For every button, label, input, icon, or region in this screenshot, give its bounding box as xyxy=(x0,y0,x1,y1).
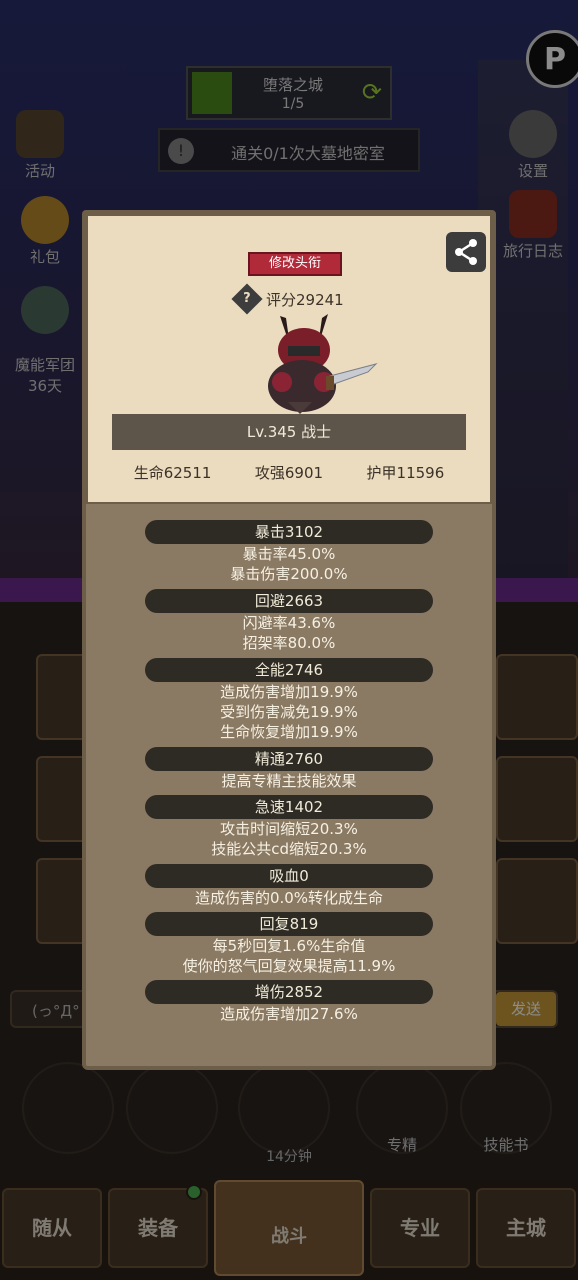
level-class-bar: Lv.345 战士 xyxy=(112,414,466,450)
stat-detail: 攻击时间缩短20.3% xyxy=(220,820,358,838)
stat-group-mastery: 精通2760 提高专精主技能效果 xyxy=(86,747,492,791)
hp-stat: 生命62511 xyxy=(133,464,212,482)
character-card: 修改头衔 ? 评分29241 Lv.345 战士 生命62511 攻强6901 … xyxy=(82,210,496,508)
warrior-avatar xyxy=(268,314,378,414)
share-icon xyxy=(455,239,477,265)
stat-header: 暴击3102 xyxy=(145,520,433,544)
stat-group-damage-bonus: 增伤2852 造成伤害增加27.6% xyxy=(86,980,492,1024)
stat-header: 精通2760 xyxy=(145,747,433,771)
stat-detail: 暴击伤害200.0% xyxy=(230,565,348,583)
stat-group-regen: 回复819 每5秒回复1.6%生命值 使你的怒气回复效果提高11.9% xyxy=(86,912,492,976)
stat-header: 急速1402 xyxy=(145,795,433,819)
stat-header: 回复819 xyxy=(145,912,433,936)
stat-detail: 招架率80.0% xyxy=(242,634,336,652)
stat-group-versatility: 全能2746 造成伤害增加19.9% 受到伤害减免19.9% 生命恢复增加19.… xyxy=(86,658,492,742)
base-stats-row: 生命62511 攻强6901 护甲11596 xyxy=(88,462,490,483)
stat-detail: 造成伤害的0.0%转化成生命 xyxy=(194,889,384,907)
stat-detail: 使你的怒气回复效果提高11.9% xyxy=(182,957,396,975)
attack-stat: 攻强6901 xyxy=(254,464,324,482)
stat-detail: 造成伤害增加27.6% xyxy=(220,1005,358,1023)
attribute-panel: 暴击3102 暴击率45.0% 暴击伤害200.0% 回避2663 闪避率43.… xyxy=(82,504,496,1070)
stat-detail: 生命恢复增加19.9% xyxy=(220,723,358,741)
stat-detail: 暴击率45.0% xyxy=(242,545,336,563)
stat-detail: 技能公共cd缩短20.3% xyxy=(211,840,367,858)
stat-detail: 受到伤害减免19.9% xyxy=(220,703,358,721)
stat-header: 全能2746 xyxy=(145,658,433,682)
armor-stat: 护甲11596 xyxy=(366,464,445,482)
edit-title-button[interactable]: 修改头衔 xyxy=(248,252,342,276)
stat-header: 增伤2852 xyxy=(145,980,433,1004)
stat-detail: 闪避率43.6% xyxy=(242,614,336,632)
stat-detail: 每5秒回复1.6%生命值 xyxy=(212,937,366,955)
stat-group-crit: 暴击3102 暴击率45.0% 暴击伤害200.0% xyxy=(86,520,492,584)
share-button[interactable] xyxy=(446,232,486,272)
stat-group-dodge: 回避2663 闪避率43.6% 招架率80.0% xyxy=(86,589,492,653)
stat-header: 回避2663 xyxy=(145,589,433,613)
stat-group-haste: 急速1402 攻击时间缩短20.3% 技能公共cd缩短20.3% xyxy=(86,795,492,859)
stat-header: 吸血0 xyxy=(145,864,433,888)
stat-detail: 提高专精主技能效果 xyxy=(221,772,357,790)
stat-group-leech: 吸血0 造成伤害的0.0%转化成生命 xyxy=(86,864,492,908)
stat-detail: 造成伤害增加19.9% xyxy=(220,683,358,701)
